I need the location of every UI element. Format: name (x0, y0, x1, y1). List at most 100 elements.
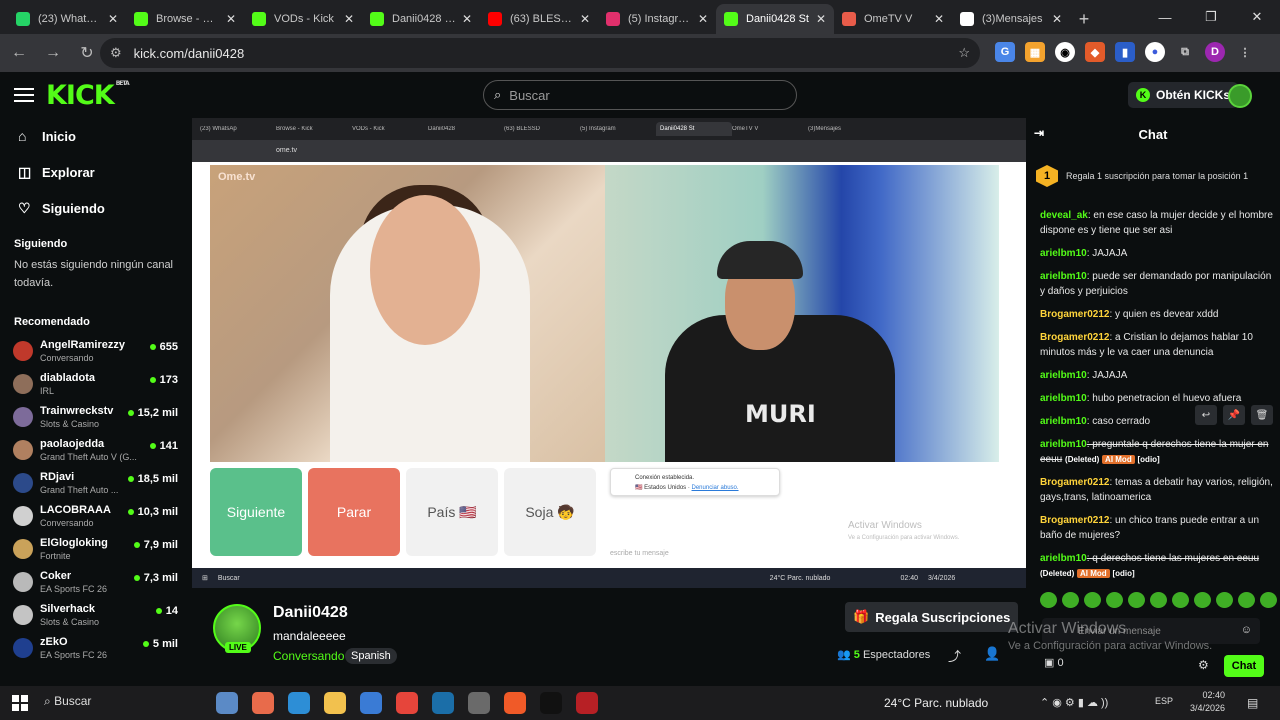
emoji-icon[interactable]: ☺ (1241, 624, 1252, 636)
video-player[interactable]: (23) WhatsAp Browse - Kick VODs - Kick Dani… (192, 118, 1026, 588)
chat-message[interactable]: Brogamer0212: y quien es devear xddd (1040, 307, 1276, 322)
pinned-gift-banner[interactable]: 1 Regala 1 suscripción para tomar la pos… (1036, 158, 1270, 194)
collapse-chat-icon[interactable]: ⇥ (1034, 126, 1044, 140)
taskbar-clock[interactable]: 02:40 3/4/2026 (1190, 689, 1225, 715)
taskbar-app-icon[interactable] (360, 692, 382, 714)
taskbar-app-icon[interactable] (504, 692, 526, 714)
taskbar-app-icon[interactable] (324, 692, 346, 714)
taskbar-app-icon[interactable] (468, 692, 490, 714)
chat-message[interactable]: Brogamer0212: a Cristian lo dejamos habl… (1040, 330, 1276, 360)
taskbar-language[interactable]: ESP (1155, 696, 1173, 706)
chat-username[interactable]: arielbm10 (1040, 553, 1087, 564)
chat-username[interactable]: arielbm10 (1040, 439, 1087, 450)
kick-logo[interactable]: KICK BETA (46, 80, 130, 111)
menu-icon[interactable] (14, 84, 34, 106)
browser-tab[interactable]: Danii0428 - V ✕ (362, 4, 480, 34)
browser-tab[interactable]: (23) WhatsApp ✕ (8, 4, 126, 34)
recommended-channel[interactable]: paolaojedda Grand Theft Auto V (G... 141 (0, 433, 192, 466)
close-window-button[interactable]: ✕ (1234, 0, 1280, 34)
search-input[interactable]: ⌕ Buscar (483, 80, 797, 110)
browser-tab[interactable]: (63) BLESSD ✕ (480, 4, 598, 34)
address-bar[interactable]: ⚙ kick.com/danii0428 ☆ (100, 38, 980, 68)
chat-message[interactable]: arielbm10: preguntale q derechos tiene l… (1040, 437, 1276, 467)
notifications-icon[interactable]: ▤ (1247, 696, 1258, 710)
emote-icon[interactable] (1106, 592, 1123, 608)
chat-message[interactable]: Brogamer0212: un chico trans puede entra… (1040, 513, 1276, 543)
taskbar-app-icon[interactable] (216, 692, 238, 714)
chat-username[interactable]: arielbm10 (1040, 370, 1087, 381)
emote-icon[interactable] (1172, 592, 1189, 608)
chat-message[interactable]: Brogamer0212: temas a debatir hay varios… (1040, 475, 1276, 505)
delete-icon[interactable]: 🗑 (1251, 405, 1273, 425)
user-avatar[interactable] (1228, 84, 1252, 108)
recommended-channel[interactable]: diabladota IRL 173 (0, 367, 192, 400)
taskbar-app-icon[interactable] (432, 692, 454, 714)
sidebar-nav-siguiendo[interactable]: ♡ Siguiendo (0, 190, 192, 226)
emote-icon[interactable] (1216, 592, 1233, 608)
emote-icon[interactable] (1128, 592, 1145, 608)
browser-tab[interactable]: Browse - Kick ✕ (126, 4, 244, 34)
streamer-name[interactable]: Danii0428 (273, 604, 348, 622)
sidebar-nav-inicio[interactable]: ⌂ Inicio (0, 118, 192, 154)
chat-username[interactable]: arielbm10 (1040, 271, 1087, 282)
extensions-puzzle-icon[interactable]: ⧉ (1175, 42, 1195, 62)
chat-username[interactable]: arielbm10 (1040, 416, 1087, 427)
chat-message[interactable]: arielbm10: puede ser demandado por manip… (1040, 269, 1276, 299)
get-kicks-button[interactable]: K Obtén KICKs (1128, 82, 1239, 108)
sidebar-nav-explorar[interactable]: ◫ Explorar (0, 154, 192, 190)
chat-send-button[interactable]: Chat (1224, 655, 1264, 677)
browser-menu-icon[interactable]: ⋮ (1235, 42, 1255, 62)
pin-icon[interactable]: 📌 (1223, 405, 1245, 425)
reload-icon[interactable]: ↻ (72, 38, 102, 68)
chat-message[interactable]: arielbm10: JAJAJA (1040, 246, 1276, 261)
system-tray[interactable]: ⌃ ◉ ⚙ ▮ ☁ )) (1040, 696, 1108, 709)
taskbar-app-icon[interactable] (252, 692, 274, 714)
chat-message[interactable]: deveal_ak: en ese caso la mujer decide y… (1040, 208, 1276, 238)
stream-category[interactable]: Conversando (273, 649, 344, 663)
close-tab-icon[interactable]: ✕ (934, 12, 944, 26)
extension-orange-icon[interactable]: ▦ (1025, 42, 1045, 62)
emote-icon[interactable] (1084, 592, 1101, 608)
extension-shield-icon[interactable]: ▮ (1115, 42, 1135, 62)
emote-icon[interactable] (1150, 592, 1167, 608)
browser-tab[interactable]: (3)Mensajes ✕ (952, 4, 1070, 34)
chat-settings-icon[interactable]: ⚙ (1198, 658, 1209, 672)
minimize-button[interactable]: — (1142, 0, 1188, 34)
recommended-channel[interactable]: Trainwreckstv Slots & Casino 15,2 mil (0, 400, 192, 433)
chat-input[interactable]: Enviar un mensaje ☺ (1042, 618, 1260, 644)
profile-avatar-icon[interactable]: D (1205, 42, 1225, 62)
chat-username[interactable]: Brogamer0212 (1040, 515, 1109, 526)
taskbar-app-icon[interactable] (576, 692, 598, 714)
recommended-channel[interactable]: RDjavi Grand Theft Auto ... 18,5 mil (0, 466, 192, 499)
close-tab-icon[interactable]: ✕ (108, 12, 118, 26)
browser-tab[interactable]: Danii0428 St ✕ (716, 4, 834, 34)
close-tab-icon[interactable]: ✕ (1052, 12, 1062, 26)
browser-tab[interactable]: VODs - Kick ✕ (244, 4, 362, 34)
kicks-balance[interactable]: ▣ 0 (1044, 656, 1064, 669)
recommended-channel[interactable]: Silverhack Slots & Casino 14 (0, 598, 192, 631)
close-tab-icon[interactable]: ✕ (698, 12, 708, 26)
bookmark-star-icon[interactable]: ☆ (958, 45, 970, 61)
close-tab-icon[interactable]: ✕ (816, 12, 826, 26)
close-tab-icon[interactable]: ✕ (226, 12, 236, 26)
translate-extension-icon[interactable]: G (995, 42, 1015, 62)
browser-tab[interactable]: (5) Instagram ✕ (598, 4, 716, 34)
follow-user-icon[interactable]: 👤 (984, 646, 1000, 662)
site-info-icon[interactable]: ⚙ (110, 45, 122, 61)
gift-subs-button[interactable]: 🎁 Regala Suscripciones (845, 602, 1019, 632)
chat-message[interactable]: arielbm10: q derechos tiene las mujeres … (1040, 551, 1276, 581)
recommended-channel[interactable]: Coker EA Sports FC 26 7,3 mil (0, 565, 192, 598)
chat-username[interactable]: arielbm10 (1040, 393, 1087, 404)
windows-start-icon[interactable] (12, 695, 28, 711)
extension-blue-icon[interactable]: ● (1145, 42, 1165, 62)
recommended-channel[interactable]: AngelRamirezzy Conversando 655 (0, 334, 192, 367)
report-abuse-link[interactable]: Denunciar abuso. (692, 485, 739, 491)
chat-username[interactable]: Brogamer0212 (1040, 477, 1109, 488)
browser-tab[interactable]: OmeTV V ✕ (834, 4, 952, 34)
close-tab-icon[interactable]: ✕ (462, 12, 472, 26)
taskbar-app-icon[interactable] (396, 692, 418, 714)
chat-username[interactable]: deveal_ak (1040, 210, 1088, 221)
taskbar-app-icon[interactable] (288, 692, 310, 714)
close-tab-icon[interactable]: ✕ (580, 12, 590, 26)
chat-username[interactable]: Brogamer0212 (1040, 332, 1109, 343)
